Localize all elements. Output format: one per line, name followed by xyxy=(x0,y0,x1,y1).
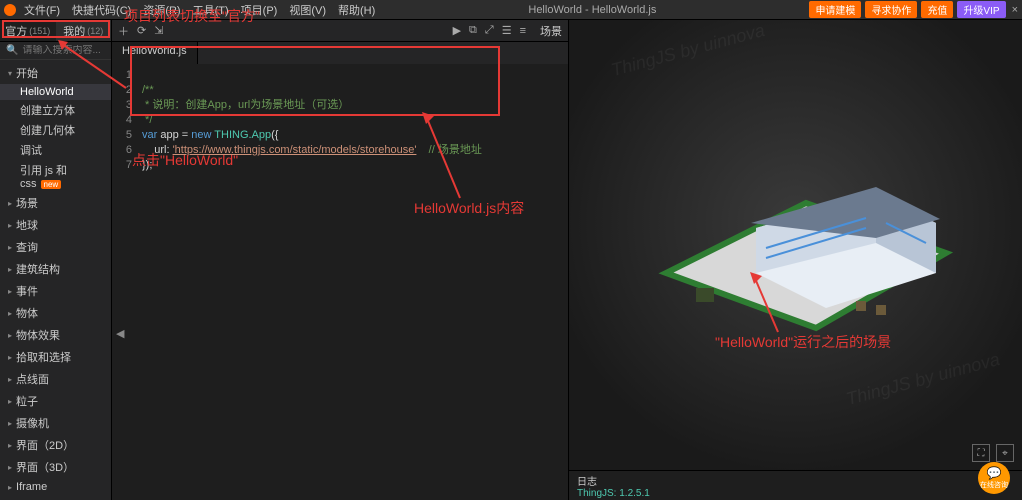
item-helloworld[interactable]: HelloWorld xyxy=(0,84,111,100)
preview-panel: ThingJS by uinnova ThingJS by uinnova ⛶ … xyxy=(568,20,1022,500)
group-start[interactable]: 开始 xyxy=(0,62,111,84)
group-item[interactable]: 物体 xyxy=(0,302,111,324)
group-item[interactable]: 场景 xyxy=(0,192,111,214)
file-tabs: HelloWorld.js xyxy=(112,42,568,64)
editor-toolbar: ＋ ⟳ ⇲ ▶ ⧉ ⤢ ☰ ≡ 场景 xyxy=(112,20,568,42)
group-item[interactable]: 摄像机 xyxy=(0,412,111,434)
window-title: HelloWorld - HelloWorld.js xyxy=(375,4,809,16)
log-line: ThingJS: 1.2.5.1 xyxy=(577,488,1014,499)
tab-official[interactable]: 官方(151) xyxy=(0,20,56,42)
item-jscss[interactable]: 引用 js 和 cssnew xyxy=(0,160,111,192)
watermark: ThingJS by uinnova xyxy=(609,20,767,81)
group-item[interactable]: 场景效果 xyxy=(0,496,111,500)
menu-tools[interactable]: 工具(T) xyxy=(193,2,229,18)
menu-view[interactable]: 视图(V) xyxy=(289,2,326,18)
toolbar-label: 场景 xyxy=(540,23,562,39)
scene-building xyxy=(626,113,966,353)
code-editor[interactable]: 1234567 /** * 说明：创建App，url为场景地址（可选） */ v… xyxy=(112,64,568,500)
group-item[interactable]: 粒子 xyxy=(0,390,111,412)
toolbar-list-icon[interactable]: ☰ xyxy=(502,24,512,37)
menu-file[interactable]: 文件(F) xyxy=(24,2,60,18)
scene-controls: ⛶ ⌖ xyxy=(972,444,1014,462)
menu-project[interactable]: 项目(P) xyxy=(241,2,278,18)
toolbar-expand-icon[interactable]: ⤢ xyxy=(485,24,494,37)
btn-recharge[interactable]: 充值 xyxy=(921,1,953,18)
fullscreen-icon[interactable]: ⛶ xyxy=(972,444,990,462)
menu-snippet[interactable]: 快捷代码(C) xyxy=(72,2,131,18)
group-item[interactable]: 查询 xyxy=(0,236,111,258)
btn-upgrade-vip[interactable]: 升级VIP xyxy=(957,1,1005,18)
btn-seek-coop[interactable]: 寻求协作 xyxy=(865,1,917,18)
app-logo xyxy=(4,4,16,16)
search-box: 🔍 xyxy=(0,42,111,60)
btn-apply-model[interactable]: 申请建模 xyxy=(809,1,861,18)
sidebar: 官方(151) 我的(12) 🔍 开始 HelloWorld 创建立方体 创建几… xyxy=(0,20,112,500)
item-geometry[interactable]: 创建几何体 xyxy=(0,120,111,140)
code-content[interactable]: /** * 说明：创建App，url为场景地址（可选） */ var app =… xyxy=(136,64,568,500)
file-tab-active[interactable]: HelloWorld.js xyxy=(112,42,198,64)
fab-consult[interactable]: 💬 在线咨询 xyxy=(978,462,1010,494)
group-item[interactable]: 界面（2D） xyxy=(0,434,111,456)
locate-icon[interactable]: ⌖ xyxy=(996,444,1014,462)
group-item[interactable]: Iframe xyxy=(0,478,111,496)
group-item[interactable]: 拾取和选择 xyxy=(0,346,111,368)
toolbar-debug-icon[interactable]: ⧉ xyxy=(469,24,477,37)
item-cube[interactable]: 创建立方体 xyxy=(0,100,111,120)
toolbar-run-icon[interactable]: ▶ xyxy=(453,24,461,37)
watermark: ThingJS by uinnova xyxy=(844,349,1002,410)
item-debug[interactable]: 调试 xyxy=(0,140,111,160)
toolbar-collapse-icon[interactable]: ⇲ xyxy=(154,24,163,37)
group-item[interactable]: 地球 xyxy=(0,214,111,236)
group-item[interactable]: 物体效果 xyxy=(0,324,111,346)
toolbar-plus-icon[interactable]: ＋ xyxy=(118,23,129,39)
search-input[interactable] xyxy=(22,45,105,56)
header-actions: 申请建模 寻求协作 充值 升级VIP xyxy=(809,1,1005,18)
project-tree[interactable]: 开始 HelloWorld 创建立方体 创建几何体 调试 引用 js 和 css… xyxy=(0,60,111,500)
group-item[interactable]: 点线面 xyxy=(0,368,111,390)
toolbar-menu-icon[interactable]: ≡ xyxy=(520,25,526,37)
chat-icon: 💬 xyxy=(987,466,1002,480)
scene-viewport[interactable]: ThingJS by uinnova ThingJS by uinnova ⛶ … xyxy=(569,20,1022,470)
panel-collapse-icon[interactable]: ◀ xyxy=(116,327,124,340)
line-gutter: 1234567 xyxy=(112,64,136,500)
close-icon[interactable]: × xyxy=(1012,4,1018,16)
tab-mine[interactable]: 我的(12) xyxy=(56,20,112,42)
menu-resource[interactable]: 资源(R) xyxy=(143,2,180,18)
toolbar-refresh-icon[interactable]: ⟳ xyxy=(137,24,146,37)
menu-help[interactable]: 帮助(H) xyxy=(338,2,375,18)
editor-panel: ＋ ⟳ ⇲ ▶ ⧉ ⤢ ☰ ≡ 场景 HelloWorld.js 1234567… xyxy=(112,20,568,500)
log-title: 日志 xyxy=(577,473,1014,488)
log-panel: 日志 ThingJS: 1.2.5.1 xyxy=(569,470,1022,500)
group-item[interactable]: 建筑结构 xyxy=(0,258,111,280)
sidebar-tabs: 官方(151) 我的(12) xyxy=(0,20,111,42)
search-icon: 🔍 xyxy=(6,45,18,56)
group-item[interactable]: 事件 xyxy=(0,280,111,302)
group-item[interactable]: 界面（3D） xyxy=(0,456,111,478)
titlebar: 文件(F) 快捷代码(C) 资源(R) 工具(T) 项目(P) 视图(V) 帮助… xyxy=(0,0,1022,20)
menu-bar: 文件(F) 快捷代码(C) 资源(R) 工具(T) 项目(P) 视图(V) 帮助… xyxy=(24,2,375,18)
